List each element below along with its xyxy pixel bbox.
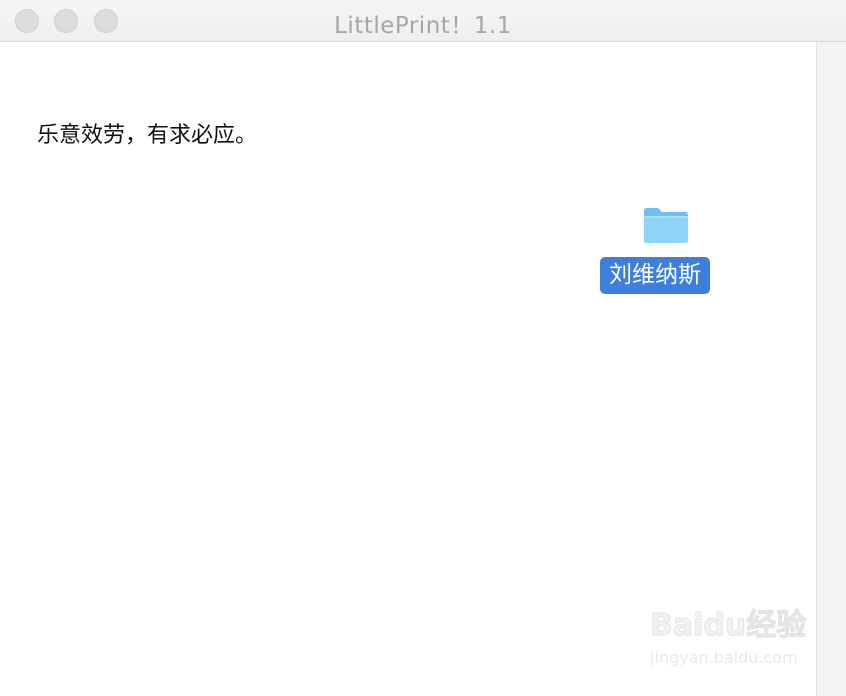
watermark-logo-text: Baidu经验 [649,608,807,644]
watermark-url: jingyan.baidu.com [650,648,798,667]
app-window: LittlePrint！1.1 乐意效劳，有求必应。 刘维纳斯 Baidu经验 … [0,0,846,696]
folder-icon[interactable] [642,205,690,245]
folder-name-label[interactable]: 刘维纳斯 [600,257,710,294]
window-title: LittlePrint！1.1 [334,13,512,39]
folder-item[interactable]: 刘维纳斯 [600,205,730,295]
welcome-message: 乐意效劳，有求必应。 [37,123,258,148]
watermark: Baidu经验 jingyan.baidu.com [649,600,807,680]
content-area: 乐意效劳，有求必应。 [0,42,816,696]
vertical-scrollbar[interactable] [816,42,846,696]
title-bar[interactable]: LittlePrint！1.1 [0,0,846,42]
